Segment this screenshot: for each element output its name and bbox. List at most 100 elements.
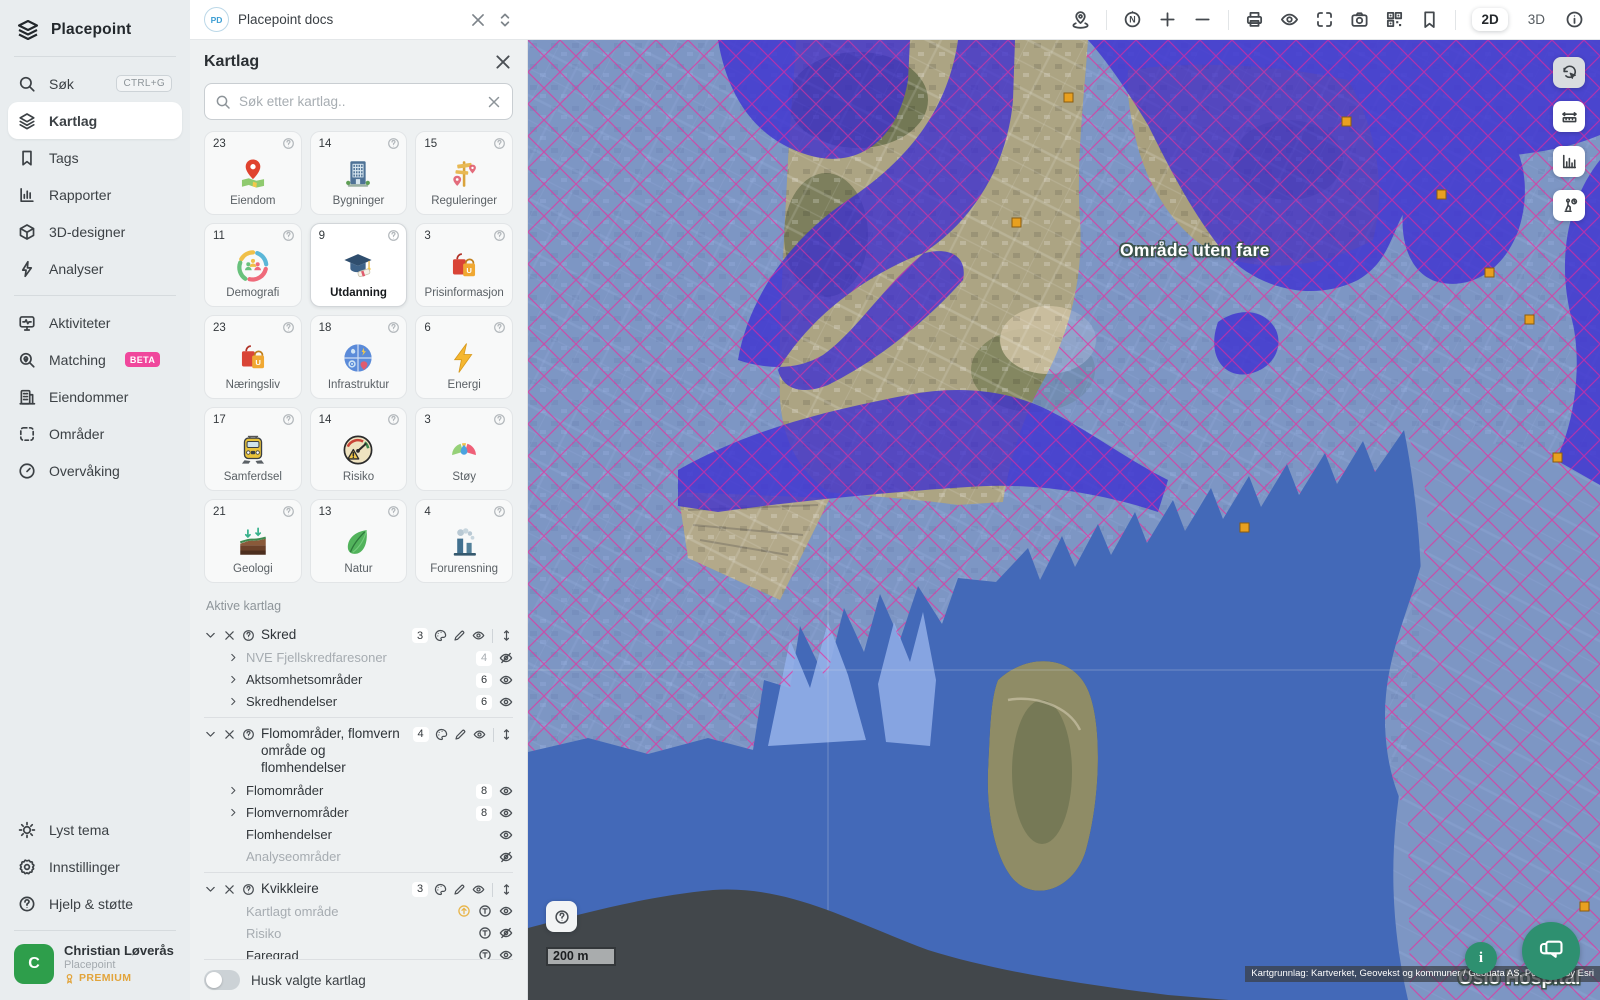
- help-circle-icon[interactable]: [282, 505, 295, 518]
- sidebar-item-3d-designer[interactable]: 3D-designer: [8, 213, 182, 250]
- category-card-infrastruktur[interactable]: 18Infrastruktur: [310, 315, 408, 399]
- eye-icon[interactable]: [499, 904, 513, 918]
- help-circle-icon[interactable]: [387, 321, 400, 334]
- label-toggle-icon[interactable]: [478, 926, 492, 940]
- label-toggle-icon[interactable]: [478, 948, 492, 959]
- pencil-icon[interactable]: [454, 728, 467, 741]
- sidebar-item-innstillinger[interactable]: Innstillinger: [8, 848, 182, 885]
- chat-fab-button[interactable]: [1522, 922, 1580, 980]
- category-card-natur[interactable]: 13Natur: [310, 499, 408, 583]
- sidebar-item-matching[interactable]: MatchingBETA: [8, 341, 182, 378]
- map-tool-rotate-cursor[interactable]: [1553, 57, 1585, 88]
- category-card-geologi[interactable]: 21Geologi: [204, 499, 302, 583]
- category-card-energi[interactable]: 6Energi: [415, 315, 513, 399]
- tab-collapse-icon[interactable]: [496, 11, 514, 29]
- info-icon[interactable]: [1565, 10, 1584, 29]
- help-circle-icon[interactable]: [282, 137, 295, 150]
- share-location-icon[interactable]: [1071, 10, 1090, 29]
- panel-close-icon[interactable]: [493, 52, 513, 72]
- help-circle-icon[interactable]: [387, 137, 400, 150]
- sidebar-item-sok[interactable]: SøkCTRL+G: [8, 65, 182, 102]
- help-circle-icon[interactable]: [242, 728, 255, 741]
- qr-icon[interactable]: [1385, 10, 1404, 29]
- chevron-down-icon[interactable]: [204, 728, 217, 741]
- eye-icon[interactable]: [473, 728, 486, 741]
- help-circle-icon[interactable]: [242, 883, 255, 896]
- pencil-icon[interactable]: [453, 883, 466, 896]
- help-circle-icon[interactable]: [282, 321, 295, 334]
- layer-sub-item[interactable]: Flomområder8: [204, 780, 513, 802]
- category-card-n-ringsliv[interactable]: 23UNæringsliv: [204, 315, 302, 399]
- help-circle-icon[interactable]: [493, 413, 506, 426]
- search-clear-icon[interactable]: [486, 94, 502, 110]
- label-toggle-icon[interactable]: [478, 904, 492, 918]
- eye-off-icon[interactable]: [499, 926, 513, 940]
- view-3d-button[interactable]: 3D: [1524, 8, 1549, 31]
- eye-icon[interactable]: [1280, 10, 1299, 29]
- palette-icon[interactable]: [434, 883, 447, 896]
- layer-sub-item[interactable]: NVE Fjellskredfaresoner4: [204, 647, 513, 669]
- info-fab-button[interactable]: i: [1465, 942, 1497, 974]
- help-circle-icon[interactable]: [387, 413, 400, 426]
- eye-icon[interactable]: [499, 828, 513, 842]
- palette-icon[interactable]: [434, 629, 447, 642]
- layer-search-input[interactable]: [239, 94, 478, 109]
- layer-sub-item[interactable]: Risiko: [204, 922, 513, 944]
- avatar[interactable]: C: [14, 944, 54, 984]
- map-help-button[interactable]: [546, 901, 577, 932]
- eye-icon[interactable]: [472, 629, 485, 642]
- view-2d-button[interactable]: 2D: [1472, 8, 1507, 31]
- category-card-reguleringer[interactable]: 15Reguleringer: [415, 131, 513, 215]
- category-card-risiko[interactable]: 14Risiko: [310, 407, 408, 491]
- sidebar-item-overvaking[interactable]: Overvåking: [8, 452, 182, 489]
- help-circle-icon[interactable]: [387, 229, 400, 242]
- chevron-right-icon[interactable]: [228, 652, 239, 663]
- document-tab[interactable]: PD Placepoint docs: [190, 0, 528, 39]
- layer-sub-item[interactable]: Flomvernområder8: [204, 802, 513, 824]
- sidebar-item-omrader[interactable]: Områder: [8, 415, 182, 452]
- sidebar-item-eiendommer[interactable]: Eiendommer: [8, 378, 182, 415]
- fullscreen-icon[interactable]: [1315, 10, 1334, 29]
- category-card-st-y[interactable]: 3Støy: [415, 407, 513, 491]
- eye-off-icon[interactable]: [499, 850, 513, 864]
- tab-close-icon[interactable]: [469, 11, 487, 29]
- sidebar-item-rapporter[interactable]: Rapporter: [8, 176, 182, 213]
- chevron-right-icon[interactable]: [228, 785, 239, 796]
- layer-sub-item[interactable]: Faregrad: [204, 944, 513, 959]
- layer-search[interactable]: [204, 83, 513, 120]
- eye-icon[interactable]: [499, 695, 513, 709]
- remember-layers-toggle[interactable]: [204, 970, 240, 990]
- chevron-right-icon[interactable]: [228, 674, 239, 685]
- sidebar-item-tags[interactable]: Tags: [8, 139, 182, 176]
- eye-off-icon[interactable]: [499, 651, 513, 665]
- help-circle-icon[interactable]: [493, 321, 506, 334]
- category-card-demografi[interactable]: 11Demografi: [204, 223, 302, 307]
- pencil-icon[interactable]: [453, 629, 466, 642]
- help-circle-icon[interactable]: [387, 505, 400, 518]
- reorder-icon[interactable]: [500, 883, 513, 896]
- bookmark-icon[interactable]: [1420, 10, 1439, 29]
- chevron-down-icon[interactable]: [204, 629, 217, 642]
- palette-icon[interactable]: [435, 728, 448, 741]
- remove-layer-icon[interactable]: [223, 728, 236, 741]
- map-tool-walk-clock[interactable]: [1553, 190, 1585, 221]
- chevron-right-icon[interactable]: [228, 696, 239, 707]
- print-icon[interactable]: [1245, 10, 1264, 29]
- map-tool-chart2[interactable]: [1553, 146, 1585, 177]
- layer-sub-item[interactable]: Flomhendelser: [204, 824, 513, 846]
- sidebar-item-hjelp-stotte[interactable]: Hjelp & støtte: [8, 885, 182, 922]
- reorder-icon[interactable]: [500, 629, 513, 642]
- eye-icon[interactable]: [499, 806, 513, 820]
- map-canvas[interactable]: Område uten fare Oslo Hospital Kartgrunn…: [528, 40, 1600, 1000]
- help-circle-icon[interactable]: [493, 505, 506, 518]
- upload-circle-icon[interactable]: [457, 904, 471, 918]
- help-circle-icon[interactable]: [282, 229, 295, 242]
- help-circle-icon[interactable]: [242, 629, 255, 642]
- remove-layer-icon[interactable]: [223, 629, 236, 642]
- sidebar-item-aktiviteter[interactable]: Aktiviteter: [8, 304, 182, 341]
- user-profile[interactable]: C Christian Løverås Placepoint PREMIUM: [0, 931, 190, 1000]
- eye-icon[interactable]: [499, 784, 513, 798]
- layer-sub-item[interactable]: Kartlagt område: [204, 900, 513, 922]
- minus-icon[interactable]: [1193, 10, 1212, 29]
- sidebar-item-lyst-tema[interactable]: Lyst tema: [8, 811, 182, 848]
